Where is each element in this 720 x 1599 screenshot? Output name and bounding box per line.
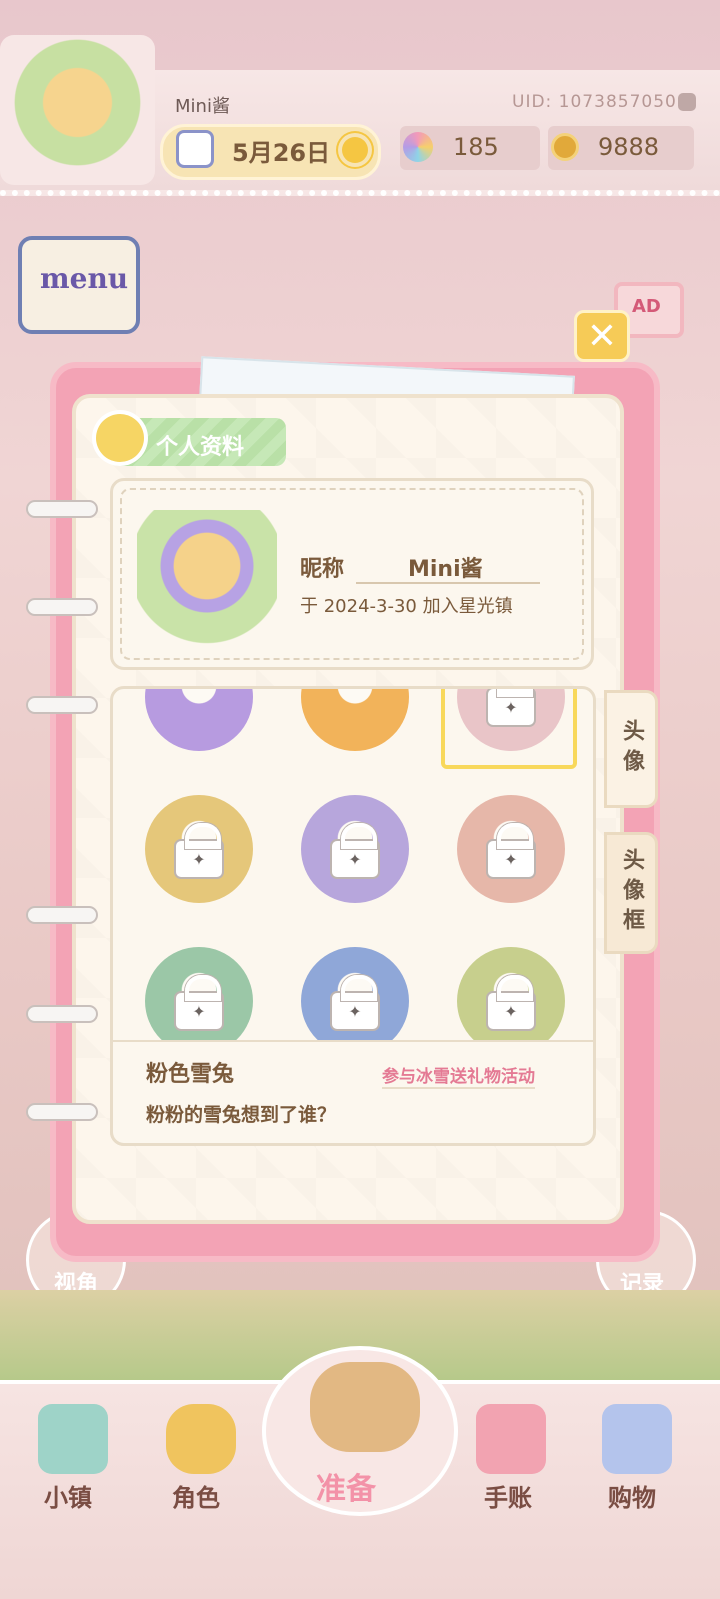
gem-value: 185 [453, 133, 499, 161]
lock-icon: ✦ [330, 823, 380, 879]
nav-journal[interactable]: 手账 [484, 1478, 532, 1513]
nickname-label: 昵称 [300, 557, 345, 582]
lock-icon: ✦ [330, 975, 380, 1031]
section-title: 个人资料 [156, 435, 245, 460]
gem-icon [403, 132, 433, 162]
nav-town[interactable]: 小镇 [44, 1478, 92, 1513]
lock-icon: ✦ [486, 975, 536, 1031]
copy-icon[interactable] [678, 93, 696, 111]
tab-avatar[interactable]: 头像 [604, 690, 658, 808]
town-map-icon[interactable] [38, 1404, 108, 1474]
profile-avatar [137, 510, 277, 650]
binder-ring [26, 1005, 98, 1023]
nav-character[interactable]: 角色 [172, 1478, 220, 1513]
lock-icon: ✦ [174, 823, 224, 879]
player-uid: UID: 1073857050 [512, 92, 677, 112]
sun-icon [342, 137, 368, 163]
ad-label: AD [632, 296, 661, 317]
item-description: 粉粉的雪兔想到了谁？ [146, 1104, 337, 1126]
player-avatar[interactable] [0, 35, 155, 185]
coin-icon [551, 133, 579, 161]
menu-label: menu [40, 262, 129, 295]
avatar-option-purple-haired-girl[interactable] [145, 689, 253, 751]
player-nickname: Mini酱 [175, 96, 230, 117]
nickname-value[interactable]: Mini酱 [408, 551, 483, 583]
journal-icon[interactable] [476, 1404, 546, 1474]
tab-avatar-frame[interactable]: 头像框 [604, 832, 658, 954]
avatar-option-blonde-girl[interactable] [301, 689, 409, 751]
item-name: 粉色雪兔 [146, 1062, 235, 1087]
lock-icon: ✦ [174, 975, 224, 1031]
close-button[interactable]: ✕ [574, 310, 630, 362]
date-text: 5月26日 [232, 139, 331, 167]
lock-icon: ✦ [486, 823, 536, 879]
picnic-basket-icon[interactable] [310, 1362, 420, 1452]
nav-prepare[interactable]: 准备 [316, 1464, 376, 1508]
nickname-underline [356, 582, 540, 584]
join-date-text: 于 2024-3-30 加入星光镇 [300, 596, 513, 617]
nav-shopping[interactable]: 购物 [608, 1478, 656, 1513]
calendar-icon [176, 130, 214, 168]
binder-ring [26, 500, 98, 518]
binder-ring [26, 696, 98, 714]
flower-icon [96, 414, 144, 462]
selected-avatar-highlight [441, 689, 577, 769]
binder-ring [26, 598, 98, 616]
coin-value: 9888 [598, 133, 660, 161]
binder-ring [26, 1103, 98, 1121]
close-icon: ✕ [586, 315, 618, 357]
shopping-bag-icon[interactable] [602, 1404, 672, 1474]
item-source-link[interactable]: 参与冰雪送礼物活动 [382, 1062, 535, 1089]
character-icon[interactable] [166, 1404, 236, 1474]
binder-ring [26, 906, 98, 924]
